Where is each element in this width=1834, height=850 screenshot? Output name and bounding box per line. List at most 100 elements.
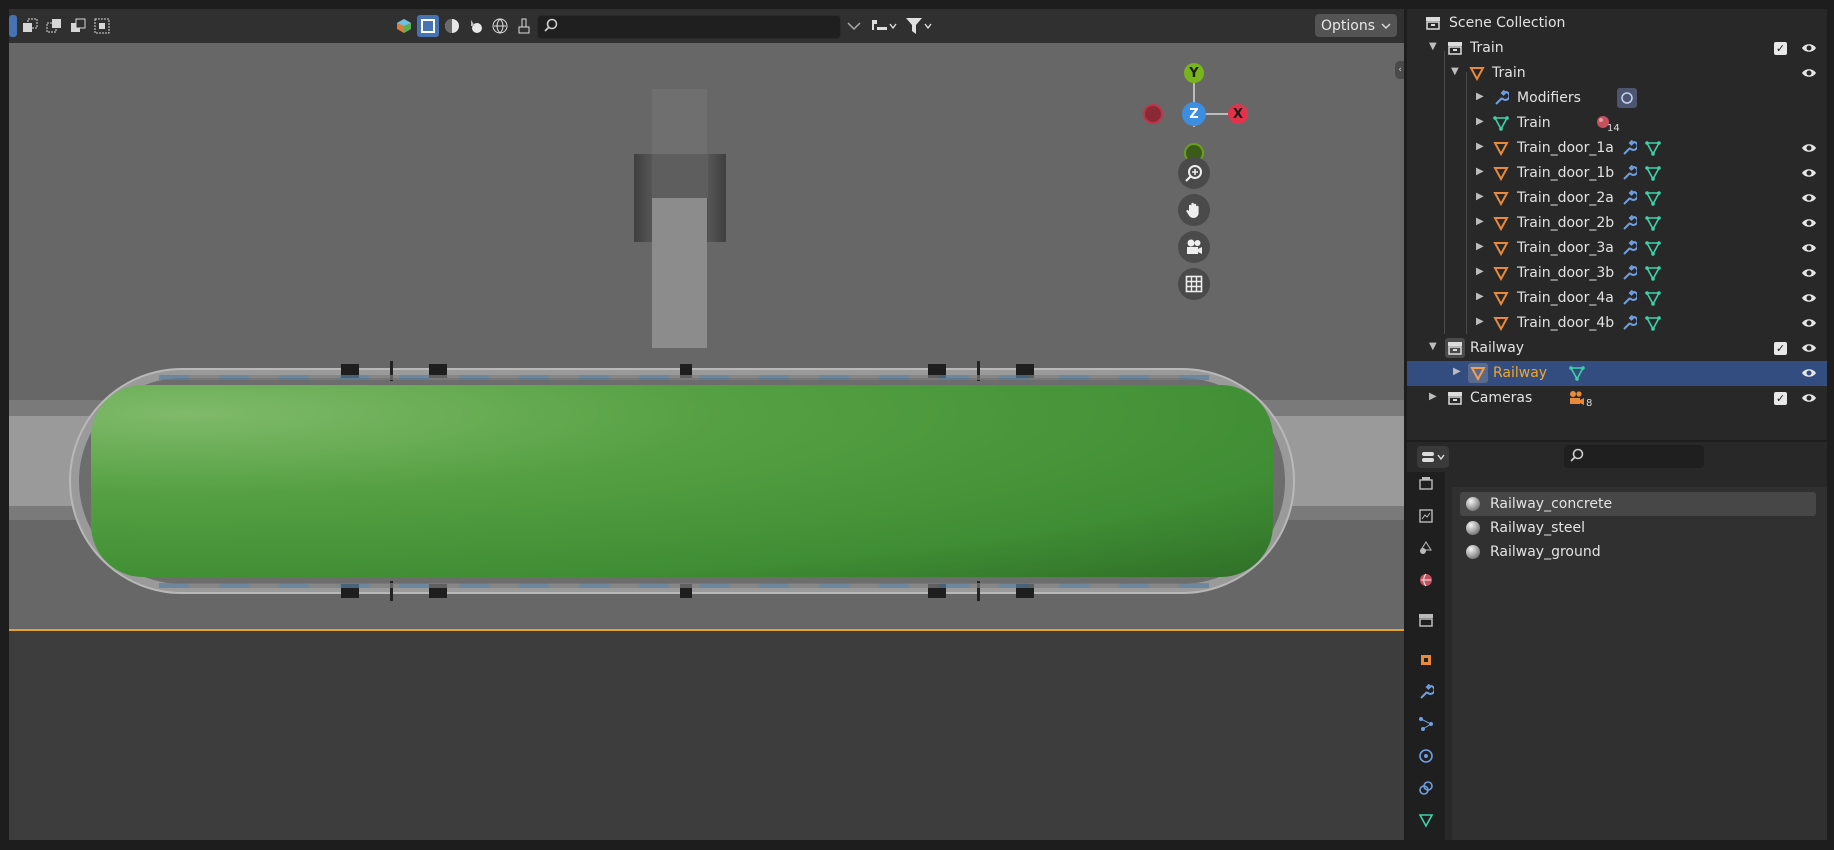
exclude-checkbox[interactable]: ✓ bbox=[1774, 392, 1787, 405]
wrench-icon[interactable] bbox=[1619, 263, 1639, 283]
outliner-row-train-mesh[interactable]: ▶ Train 14 bbox=[1407, 111, 1827, 136]
gizmo-y-axis[interactable]: Y bbox=[1184, 63, 1204, 83]
material-slot[interactable]: Railway_concrete bbox=[1460, 492, 1816, 516]
eye-icon[interactable] bbox=[1800, 165, 1818, 181]
mesh-data-icon[interactable] bbox=[1643, 163, 1663, 183]
outliner-row-railway-collection[interactable]: ▼ Railway ✓ bbox=[1407, 336, 1827, 361]
expand-arrow-icon[interactable]: ▶ bbox=[1476, 316, 1484, 327]
constraints-tab-icon[interactable] bbox=[1414, 776, 1438, 800]
object-types-visibility-icon[interactable] bbox=[393, 15, 415, 37]
expand-arrow-icon[interactable]: ▶ bbox=[1476, 241, 1484, 252]
expand-arrow-icon[interactable]: ▶ bbox=[1476, 191, 1484, 202]
outliner-row-train-object[interactable]: ▼ Train bbox=[1407, 61, 1827, 86]
gizmo-z-axis[interactable]: Z bbox=[1182, 102, 1206, 126]
select-new-icon[interactable] bbox=[19, 15, 41, 37]
eye-icon[interactable] bbox=[1800, 290, 1818, 306]
mesh-data-icon[interactable] bbox=[1643, 313, 1663, 333]
material-slot[interactable]: Railway_ground bbox=[1460, 540, 1816, 564]
eye-icon[interactable] bbox=[1800, 215, 1818, 231]
mesh-data-icon[interactable] bbox=[1643, 288, 1663, 308]
filter-icon[interactable] bbox=[904, 15, 934, 37]
data-tab-icon[interactable] bbox=[1414, 808, 1438, 832]
eye-icon[interactable] bbox=[1800, 365, 1818, 381]
mesh-data-icon[interactable] bbox=[1643, 263, 1663, 283]
mesh-data-icon[interactable] bbox=[1643, 138, 1663, 158]
expand-arrow-icon[interactable]: ▼ bbox=[1451, 66, 1459, 77]
wrench-icon[interactable] bbox=[1619, 288, 1639, 308]
eye-icon[interactable] bbox=[1800, 340, 1818, 356]
zoom-icon[interactable] bbox=[1178, 157, 1210, 189]
xray-toggle-icon[interactable] bbox=[417, 15, 439, 37]
outliner-row-modifiers[interactable]: ▶ Modifiers bbox=[1407, 86, 1827, 111]
select-intersect-icon[interactable] bbox=[91, 15, 113, 37]
3d-viewport[interactable]: Options Y Z X ‹ bbox=[9, 9, 1404, 840]
camera-icon[interactable] bbox=[1567, 388, 1587, 408]
solid-shading-icon[interactable] bbox=[441, 15, 463, 37]
eye-icon[interactable] bbox=[1800, 65, 1818, 81]
wrench-icon[interactable] bbox=[1619, 238, 1639, 258]
outliner-row-train-door[interactable]: ▶ Train_door_2b bbox=[1407, 211, 1827, 236]
eye-icon[interactable] bbox=[1800, 190, 1818, 206]
eye-icon[interactable] bbox=[1800, 265, 1818, 281]
outliner-row-train-door[interactable]: ▶ Train_door_4a bbox=[1407, 286, 1827, 311]
wrench-icon[interactable] bbox=[1619, 163, 1639, 183]
options-button[interactable]: Options bbox=[1315, 14, 1397, 37]
grid-ortho-icon[interactable] bbox=[1178, 268, 1210, 300]
scene-tab-icon[interactable] bbox=[1414, 536, 1438, 560]
gizmo-neg-x-axis[interactable] bbox=[1143, 104, 1163, 124]
wrench-icon[interactable] bbox=[1619, 188, 1639, 208]
modifier-type-icon[interactable] bbox=[1617, 88, 1637, 108]
world-tab-icon[interactable] bbox=[1414, 568, 1438, 592]
viewport-search-field[interactable] bbox=[537, 15, 841, 39]
expand-arrow-icon[interactable]: ▶ bbox=[1476, 266, 1484, 277]
sidebar-toggle-icon[interactable]: ‹ bbox=[1395, 61, 1404, 79]
wrench-icon[interactable] bbox=[1619, 213, 1639, 233]
outliner-row-scene-collection[interactable]: Scene Collection bbox=[1407, 11, 1827, 36]
viewport-scene[interactable]: Y Z X ‹ bbox=[9, 43, 1404, 840]
pan-hand-icon[interactable] bbox=[1178, 194, 1210, 226]
expand-arrow-icon[interactable]: ▶ bbox=[1453, 366, 1461, 377]
outliner-row-train-collection[interactable]: ▼ Train ✓ bbox=[1407, 36, 1827, 61]
gizmo-x-axis[interactable]: X bbox=[1228, 104, 1248, 124]
editor-type-button[interactable] bbox=[1417, 446, 1449, 468]
material-slot[interactable]: Railway_steel bbox=[1460, 516, 1816, 540]
rendered-shading-icon[interactable] bbox=[489, 15, 511, 37]
eye-icon[interactable] bbox=[1800, 140, 1818, 156]
outliner-row-railway-object[interactable]: ▶ Railway bbox=[1407, 361, 1827, 386]
expand-arrow-icon[interactable]: ▶ bbox=[1476, 291, 1484, 302]
display-mode-icon[interactable] bbox=[869, 15, 899, 37]
select-mode-indicator[interactable] bbox=[9, 15, 17, 37]
outliner-row-train-door[interactable]: ▶ Train_door_1b bbox=[1407, 161, 1827, 186]
material-preview-icon[interactable] bbox=[465, 15, 487, 37]
outliner-row-train-door[interactable]: ▶ Train_door_3b bbox=[1407, 261, 1827, 286]
expand-arrow-icon[interactable]: ▼ bbox=[1429, 41, 1437, 52]
outliner-row-train-door[interactable]: ▶ Train_door_2a bbox=[1407, 186, 1827, 211]
paint-brush-icon[interactable] bbox=[513, 15, 535, 37]
output-tab-icon[interactable] bbox=[1414, 472, 1438, 496]
expand-arrow-icon[interactable]: ▼ bbox=[1429, 341, 1437, 352]
mesh-data-icon[interactable] bbox=[1567, 363, 1587, 383]
camera-view-icon[interactable] bbox=[1178, 231, 1210, 263]
expand-arrow-icon[interactable]: ▶ bbox=[1476, 216, 1484, 227]
eye-icon[interactable] bbox=[1800, 40, 1818, 56]
expand-arrow-icon[interactable]: ▶ bbox=[1429, 391, 1437, 402]
search-dropdown-icon[interactable] bbox=[843, 15, 865, 37]
eye-icon[interactable] bbox=[1800, 390, 1818, 406]
outliner-row-train-door[interactable]: ▶ Train_door_4b bbox=[1407, 311, 1827, 336]
select-extend-icon[interactable] bbox=[43, 15, 65, 37]
object-tab-icon[interactable] bbox=[1414, 648, 1438, 672]
eye-icon[interactable] bbox=[1800, 315, 1818, 331]
eye-icon[interactable] bbox=[1800, 240, 1818, 256]
wrench-icon[interactable] bbox=[1619, 313, 1639, 333]
expand-arrow-icon[interactable]: ▶ bbox=[1476, 91, 1484, 102]
properties-search-field[interactable] bbox=[1564, 445, 1704, 468]
outliner-row-train-door[interactable]: ▶ Train_door_3a bbox=[1407, 236, 1827, 261]
collection-tab-icon[interactable] bbox=[1414, 608, 1438, 632]
mesh-data-icon[interactable] bbox=[1643, 213, 1663, 233]
exclude-checkbox[interactable]: ✓ bbox=[1774, 42, 1787, 55]
wrench-icon[interactable] bbox=[1619, 138, 1639, 158]
outliner-row-cameras-collection[interactable]: ▶ Cameras 8 ✓ bbox=[1407, 386, 1827, 411]
physics-tab-icon[interactable] bbox=[1414, 744, 1438, 768]
particles-tab-icon[interactable] bbox=[1414, 712, 1438, 736]
outliner-row-train-door[interactable]: ▶ Train_door_1a bbox=[1407, 136, 1827, 161]
